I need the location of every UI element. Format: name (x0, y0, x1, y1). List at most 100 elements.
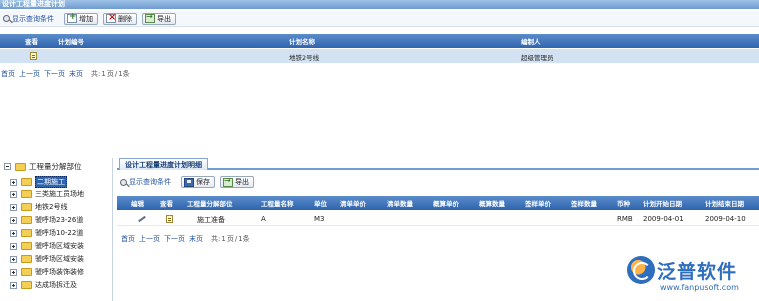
tree-item-label: 达成场拆迁及 (35, 281, 77, 289)
tree-item-label: 虢呼场区域安装 (35, 242, 84, 250)
col-unit[interactable]: 单位 (314, 198, 327, 208)
detail-toolbar: 显示查询条件 保存 导出 (117, 174, 759, 190)
col-name[interactable]: 工程量名称 (261, 198, 294, 208)
folder-icon (21, 203, 32, 211)
tree-item-label: 虢呼场装饰装修 (35, 268, 84, 276)
folder-icon (21, 268, 32, 276)
tree-item[interactable]: 虢呼场区域安装 (10, 241, 84, 251)
pager-sep: / (234, 235, 238, 243)
delete-button[interactable]: 删除 (103, 12, 137, 25)
table-row[interactable]: 地铁2号线 超级管理员 (0, 49, 759, 63)
table-row[interactable]: 施工准备 A M3 RMB 2009-04-01 2009-04-10 (117, 212, 759, 226)
expand-icon[interactable] (10, 268, 17, 276)
tree-item-label: 虢呼场10-22道 (35, 229, 84, 237)
add-button[interactable]: 增加 (64, 12, 98, 25)
pager-next[interactable]: 下一页 (44, 69, 65, 79)
pager-prev[interactable]: 上一页 (139, 234, 160, 244)
top-pager: 首页 上一页 下一页 末页 共: 1 页 / 1条 (1, 69, 134, 79)
expand-icon[interactable] (10, 216, 17, 224)
folder-icon (15, 162, 26, 171)
col-sign-price[interactable]: 签样单价 (525, 198, 551, 208)
folder-icon (21, 216, 32, 224)
export-button[interactable]: 导出 (142, 12, 176, 25)
col-est-qty[interactable]: 概算数量 (479, 198, 505, 208)
top-panel-title: 设计工程量进度计划 (0, 0, 759, 9)
search-icon (120, 178, 127, 186)
expand-icon[interactable] (10, 203, 17, 211)
col-author[interactable]: 编制人 (521, 36, 541, 46)
folder-icon (21, 255, 32, 263)
export-icon (223, 176, 233, 187)
col-plan-no[interactable]: 计划编号 (58, 36, 84, 46)
cell-part: 施工准备 (197, 216, 225, 224)
pager-first[interactable]: 首页 (1, 69, 15, 79)
delete-icon (106, 12, 116, 23)
logo-name: 泛普软件 (657, 261, 738, 283)
col-view[interactable]: 查看 (160, 198, 173, 208)
pager-prev[interactable]: 上一页 (19, 69, 40, 79)
col-list-qty[interactable]: 清单数量 (387, 198, 413, 208)
tree-item[interactable]: 达成场拆迁及 (10, 280, 77, 290)
col-currency[interactable]: 币种 (617, 198, 630, 208)
pager-last[interactable]: 末页 (189, 234, 203, 244)
export-label: 导出 (235, 178, 249, 186)
cell-start-date: 2009-04-01 (643, 215, 684, 223)
tree-item-label: 虢呼场区域安装 (35, 255, 84, 263)
export-label: 导出 (157, 14, 171, 23)
tree-item[interactable]: 地铁2号线 (10, 202, 67, 212)
show-query-link[interactable]: 显示查询条件 (120, 177, 171, 187)
col-view[interactable]: 查看 (25, 36, 38, 46)
pager-next[interactable]: 下一页 (164, 234, 185, 244)
tree-item-label: 三类施工员场地 (35, 190, 84, 198)
cell-unit: M3 (314, 215, 325, 223)
collapse-icon[interactable] (4, 163, 11, 170)
pager-current: 1 (221, 235, 226, 243)
col-est-price[interactable]: 概算单价 (433, 198, 459, 208)
tree-item[interactable]: 虢呼场10-22道 (10, 228, 83, 238)
tree-item-label: 二期施工 (35, 176, 67, 188)
col-plan-name[interactable]: 计划名称 (289, 36, 315, 46)
pager-page-unit: 页 (106, 70, 114, 78)
pager-last[interactable]: 末页 (69, 69, 83, 79)
tree-item[interactable]: 虢呼场区域安装 (10, 254, 84, 264)
expand-icon[interactable] (10, 255, 17, 263)
export-button[interactable]: 导出 (220, 176, 254, 188)
add-icon (67, 12, 77, 23)
expand-icon[interactable] (10, 281, 17, 289)
tree-item-label: 地铁2号线 (35, 203, 68, 211)
top-toolbar: 显示查询条件 增加 删除 导出 (0, 11, 759, 27)
col-list-price[interactable]: 清单单价 (340, 198, 366, 208)
col-sign-qty[interactable]: 签样数量 (571, 198, 597, 208)
save-label: 保存 (196, 178, 210, 186)
folder-icon (21, 242, 32, 250)
expand-icon[interactable] (10, 190, 17, 198)
pager-total-count: 1条 (118, 70, 130, 78)
folder-icon (21, 281, 32, 289)
col-part[interactable]: 工程量分解部位 (187, 198, 233, 208)
view-doc-icon[interactable] (30, 52, 37, 62)
folder-icon (21, 229, 32, 237)
show-query-link[interactable]: 显示查询条件 (3, 14, 54, 24)
edit-pencil-icon[interactable] (137, 215, 146, 225)
tree-item[interactable]: 虢呼场23-26道 (10, 215, 83, 225)
part-tree: 工程量分解部位 二期施工 三类施工员场地 地铁2号线 虢呼场23-26道 虢呼场… (0, 158, 113, 301)
top-grid-header: 查看 计划编号 计划名称 编制人 (0, 34, 759, 48)
detail-pager: 首页 上一页 下一页 末页 共: 1 页 / 1条 (121, 234, 254, 244)
tree-item[interactable]: 虢呼场装饰装修 (10, 267, 84, 277)
pager-first[interactable]: 首页 (121, 234, 135, 244)
search-icon (3, 15, 10, 22)
delete-label: 删除 (118, 14, 132, 23)
tree-item[interactable]: 三类施工员场地 (10, 189, 84, 199)
expand-icon[interactable] (10, 242, 17, 250)
tree-item[interactable]: 二期施工 (10, 176, 67, 188)
expand-icon[interactable] (10, 178, 17, 186)
col-start-date[interactable]: 计划开始日期 (643, 198, 682, 208)
save-button[interactable]: 保存 (181, 176, 215, 188)
col-end-date[interactable]: 计划结束日期 (705, 198, 744, 208)
col-edit[interactable]: 编辑 (131, 198, 144, 208)
view-doc-icon[interactable] (166, 215, 173, 225)
tab-detail[interactable]: 设计工程量进度计划明细 (119, 158, 208, 170)
tree-root[interactable]: 工程量分解部位 (4, 161, 82, 172)
expand-icon[interactable] (10, 229, 17, 237)
pager-sep: / (114, 70, 118, 78)
